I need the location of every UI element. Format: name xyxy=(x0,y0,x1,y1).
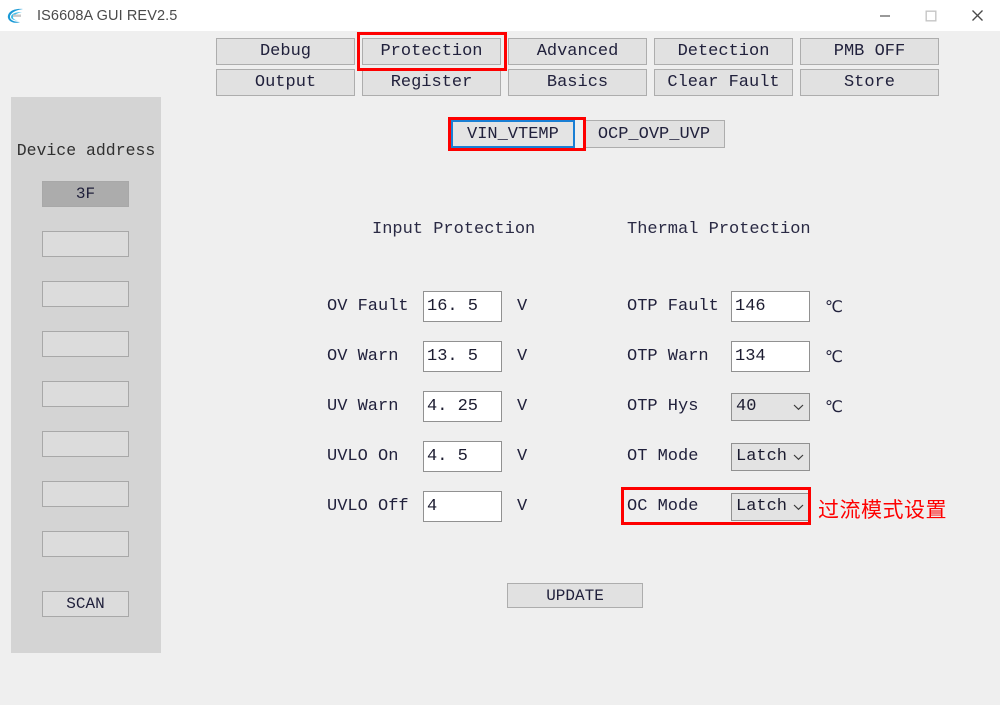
device-address-item-7[interactable] xyxy=(42,531,129,557)
device-address-item-0[interactable]: 3F xyxy=(42,181,129,207)
chevron-down-icon xyxy=(792,503,805,511)
thermal-protection-form: OTP Fault ℃ OTP Warn ℃ OTP Hys 40 ℃ OT M… xyxy=(627,291,843,522)
subtab-ocp-ovp-uvp[interactable]: OCP_OVP_UVP xyxy=(582,120,726,148)
device-address-item-3[interactable] xyxy=(42,331,129,357)
row-otp-hys: OTP Hys 40 ℃ xyxy=(627,391,843,422)
label-otp-fault: OTP Fault xyxy=(627,297,719,316)
label-uvlo-on: UVLO On xyxy=(327,447,399,466)
unit-ov-fault: V xyxy=(517,297,528,316)
input-protection-heading: Input Protection xyxy=(372,220,536,239)
tab-protection[interactable]: Protection xyxy=(362,38,501,65)
window-title: IS6608A GUI REV2.5 xyxy=(37,7,178,24)
thermal-protection-heading: Thermal Protection xyxy=(627,220,811,239)
app-logo-icon xyxy=(5,5,27,27)
row-ov-warn: OV Warn V xyxy=(327,341,527,372)
select-ot-mode[interactable]: Latch xyxy=(731,442,810,471)
scan-button[interactable]: SCAN xyxy=(42,591,129,617)
toolbar-row-1: Debug Protection Advanced Detection PMB … xyxy=(216,38,939,65)
device-address-item-1[interactable] xyxy=(42,231,129,257)
device-address-item-5[interactable] xyxy=(42,431,129,457)
minimize-icon[interactable] xyxy=(862,0,908,31)
sidebar-title: Device address xyxy=(16,141,156,160)
device-address-list: 3F xyxy=(42,181,131,581)
tab-detection[interactable]: Detection xyxy=(654,38,793,65)
select-oc-mode[interactable]: Latch xyxy=(731,492,810,521)
input-otp-warn[interactable] xyxy=(731,341,810,372)
device-address-item-2[interactable] xyxy=(42,281,129,307)
unit-uvlo-on: V xyxy=(517,447,528,466)
input-uvlo-off[interactable] xyxy=(423,491,502,522)
label-otp-hys: OTP Hys xyxy=(627,397,699,416)
label-ov-warn: OV Warn xyxy=(327,347,399,366)
tab-debug[interactable]: Debug xyxy=(216,38,355,65)
protection-subtabs: VIN_VTEMP OCP_OVP_UVP xyxy=(451,120,726,148)
update-button[interactable]: UPDATE xyxy=(507,583,643,608)
chevron-down-icon xyxy=(792,403,805,411)
select-otp-hys-value: 40 xyxy=(736,397,757,416)
unit-uv-warn: V xyxy=(517,397,528,416)
label-ov-fault: OV Fault xyxy=(327,297,409,316)
main-toolbar: Debug Protection Advanced Detection PMB … xyxy=(216,38,939,96)
row-ov-fault: OV Fault V xyxy=(327,291,527,322)
chevron-down-icon xyxy=(792,453,805,461)
tab-advanced[interactable]: Advanced xyxy=(508,38,647,65)
device-address-sidebar: Device address 3F SCAN xyxy=(11,97,161,653)
toolbar-row-2: Output Register Basics Clear Fault Store xyxy=(216,69,939,96)
row-otp-fault: OTP Fault ℃ xyxy=(627,291,843,322)
unit-ov-warn: V xyxy=(517,347,528,366)
input-protection-form: OV Fault V OV Warn V UV Warn V UVLO On V… xyxy=(327,291,527,522)
subtab-vin-vtemp[interactable]: VIN_VTEMP xyxy=(451,120,575,148)
tab-pmb-off[interactable]: PMB OFF xyxy=(800,38,939,65)
input-uv-warn[interactable] xyxy=(423,391,502,422)
unit-uvlo-off: V xyxy=(517,497,528,516)
unit-otp-fault: ℃ xyxy=(825,297,843,316)
select-ot-mode-value: Latch xyxy=(736,447,788,466)
row-oc-mode: OC Mode Latch xyxy=(627,491,843,522)
select-oc-mode-value: Latch xyxy=(736,497,788,516)
row-uv-warn: UV Warn V xyxy=(327,391,527,422)
input-uvlo-on[interactable] xyxy=(423,441,502,472)
tab-register[interactable]: Register xyxy=(362,69,501,96)
tab-basics[interactable]: Basics xyxy=(508,69,647,96)
unit-otp-hys: ℃ xyxy=(825,397,843,416)
unit-otp-warn: ℃ xyxy=(825,347,843,366)
label-uvlo-off: UVLO Off xyxy=(327,497,409,516)
label-ot-mode: OT Mode xyxy=(627,447,699,466)
select-otp-hys[interactable]: 40 xyxy=(731,392,810,421)
label-oc-mode: OC Mode xyxy=(627,497,699,516)
device-address-item-6[interactable] xyxy=(42,481,129,507)
row-ot-mode: OT Mode Latch xyxy=(627,441,843,472)
window-titlebar: IS6608A GUI REV2.5 xyxy=(0,0,1000,31)
label-uv-warn: UV Warn xyxy=(327,397,399,416)
input-ov-warn[interactable] xyxy=(423,341,502,372)
device-address-item-4[interactable] xyxy=(42,381,129,407)
row-otp-warn: OTP Warn ℃ xyxy=(627,341,843,372)
annotation-label-oc-mode: 过流模式设置 xyxy=(818,498,947,522)
close-icon[interactable] xyxy=(954,0,1000,31)
tab-clear-fault[interactable]: Clear Fault xyxy=(654,69,793,96)
tab-output[interactable]: Output xyxy=(216,69,355,96)
label-otp-warn: OTP Warn xyxy=(627,347,709,366)
tab-store[interactable]: Store xyxy=(800,69,939,96)
input-otp-fault[interactable] xyxy=(731,291,810,322)
row-uvlo-on: UVLO On V xyxy=(327,441,527,472)
maximize-icon[interactable] xyxy=(908,0,954,31)
input-ov-fault[interactable] xyxy=(423,291,502,322)
row-uvlo-off: UVLO Off V xyxy=(327,491,527,522)
